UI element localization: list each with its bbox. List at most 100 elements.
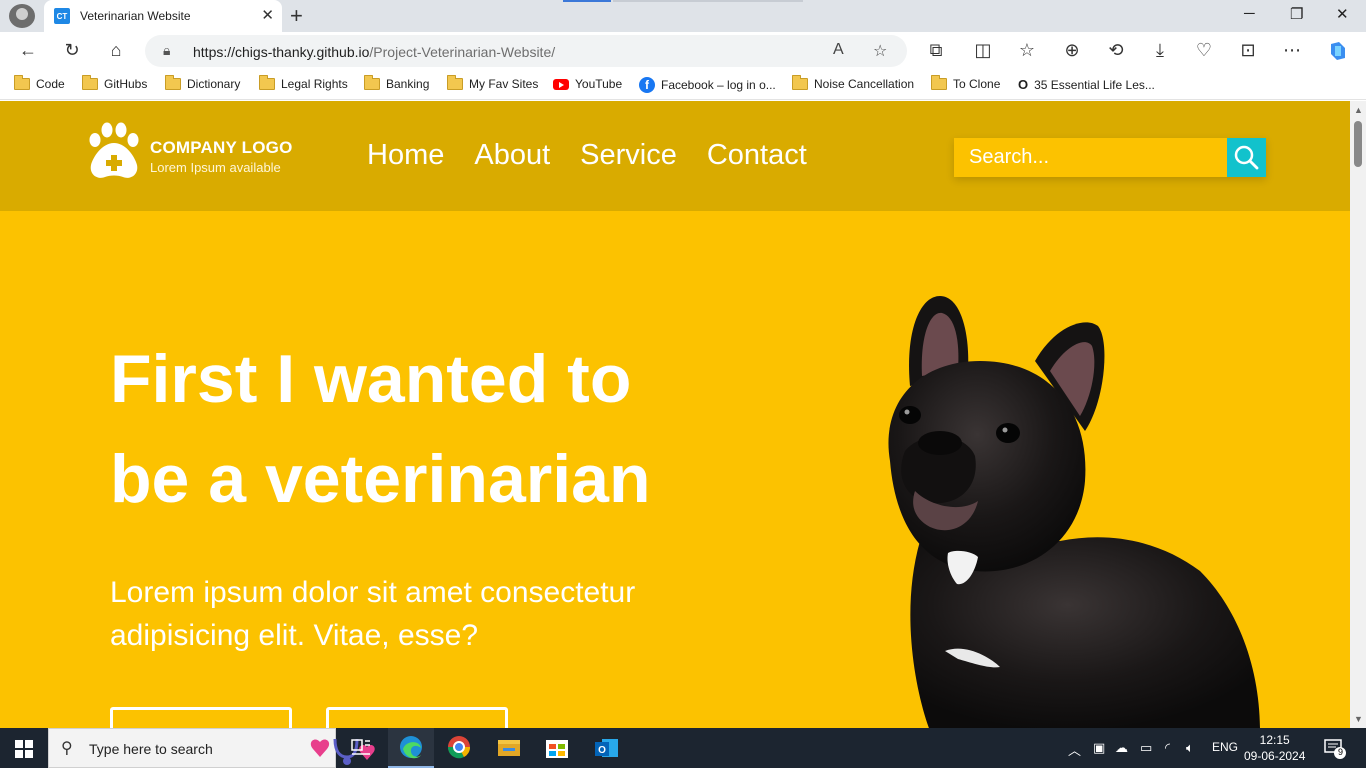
bookmark-facebook[interactable]: f Facebook – log in o... xyxy=(639,77,776,93)
bookmark-label: My Fav Sites xyxy=(469,77,539,91)
favorites-icon[interactable]: ☆ xyxy=(1016,40,1038,61)
hero-secondary-button[interactable] xyxy=(326,707,508,728)
folder-icon xyxy=(165,75,181,90)
scrollbar-thumb[interactable] xyxy=(1354,121,1362,167)
bookmark-label: Dictionary xyxy=(187,77,241,91)
hero-title: First I wanted to be a veterinarian xyxy=(110,329,810,529)
bookmark-legal-rights[interactable]: Legal Rights xyxy=(259,75,348,91)
facebook-icon: f xyxy=(639,77,655,93)
search-icon: ⚲ xyxy=(61,740,73,757)
store-taskbar-icon[interactable] xyxy=(534,728,580,768)
bookmark-to-clone[interactable]: To Clone xyxy=(931,75,1001,91)
chrome-taskbar-icon[interactable] xyxy=(436,728,482,768)
page-scrollbar[interactable]: ▲ ▼ xyxy=(1350,101,1366,728)
meet-now-icon[interactable]: ▣ xyxy=(1093,740,1105,756)
nav-service[interactable]: Service xyxy=(580,139,677,172)
svg-text:O: O xyxy=(598,745,606,756)
tab-strip-indicator xyxy=(563,0,611,2)
collections-icon[interactable]: ⊕ xyxy=(1061,40,1083,61)
taskbar-clock[interactable]: 12:15 09-06-2024 xyxy=(1244,732,1305,764)
edge-taskbar-icon[interactable] xyxy=(388,728,434,768)
file-explorer-taskbar-icon[interactable] xyxy=(486,728,532,768)
bookmark-githubs[interactable]: GitHubs xyxy=(82,75,147,91)
folder-icon xyxy=(82,75,98,90)
scroll-up-icon[interactable]: ▲ xyxy=(1354,105,1363,115)
show-hidden-icons-chevron-icon[interactable]: ︿ xyxy=(1068,740,1081,759)
restore-icon[interactable]: ❐ xyxy=(1290,5,1303,23)
tab-veterinarian-website[interactable]: CT Veterinarian Website ✕ xyxy=(44,0,282,32)
health-icon[interactable]: ♡ xyxy=(1193,40,1215,61)
back-icon[interactable]: ← xyxy=(17,40,39,61)
lock-icon[interactable]: 🔒︎ xyxy=(163,42,170,59)
notifications-icon[interactable]: 9 xyxy=(1324,738,1348,765)
windows-start-icon[interactable] xyxy=(15,740,33,763)
clock-date: 09-06-2024 xyxy=(1244,749,1306,763)
url-text[interactable]: https://chigs-thanky.github.io/Project-V… xyxy=(193,44,555,60)
logo-title: COMPANY LOGO xyxy=(150,138,293,157)
folder-icon xyxy=(447,75,463,90)
scroll-down-icon[interactable]: ▼ xyxy=(1354,714,1363,724)
tab-strip-indicator-secondary xyxy=(613,0,803,2)
tab-title: Veterinarian Website xyxy=(80,9,191,23)
bookmark-label: Noise Cancellation xyxy=(814,77,915,91)
cloud-icon[interactable]: ☁ xyxy=(1115,740,1128,756)
nav-home[interactable]: Home xyxy=(367,139,444,172)
battery-icon[interactable]: ▭ xyxy=(1140,740,1152,756)
company-logo[interactable]: COMPANY LOGO Lorem Ipsum available xyxy=(85,121,315,181)
nav-about[interactable]: About xyxy=(474,139,550,172)
search-input[interactable] xyxy=(954,138,1227,177)
refresh-icon[interactable]: ↻ xyxy=(61,40,83,61)
url-host: https://chigs-thanky.github.io xyxy=(193,44,370,60)
split-screen-icon[interactable]: ◫ xyxy=(972,40,994,61)
home-icon[interactable]: ⌂ xyxy=(105,40,127,61)
hero-title-line1: First I wanted to xyxy=(110,341,632,417)
bookmark-banking[interactable]: Banking xyxy=(364,75,429,91)
bookmark-youtube[interactable]: YouTube xyxy=(553,77,622,91)
bookmark-life-lessons[interactable]: O 35 Essential Life Les... xyxy=(1018,77,1155,92)
history-icon[interactable]: ⟲ xyxy=(1105,40,1127,61)
profile-avatar[interactable] xyxy=(9,4,35,28)
bookmark-code[interactable]: Code xyxy=(14,75,65,91)
search-button[interactable] xyxy=(1227,138,1266,177)
logo-subtitle: Lorem Ipsum available xyxy=(150,160,281,175)
url-path: /Project-Veterinarian-Website/ xyxy=(369,44,556,60)
bookmark-dictionary[interactable]: Dictionary xyxy=(165,75,241,91)
address-bar[interactable]: 🔒︎ https://chigs-thanky.github.io/Projec… xyxy=(145,35,907,67)
main-nav: Home About Service Contact xyxy=(367,139,807,172)
youtube-icon xyxy=(553,78,569,90)
close-tab-icon[interactable]: ✕ xyxy=(261,6,274,24)
hero-subtitle: Lorem ipsum dolor sit amet consectetur a… xyxy=(110,576,636,652)
bookmark-noise-cancellation[interactable]: Noise Cancellation xyxy=(792,75,915,91)
language-indicator[interactable]: ENG xyxy=(1212,740,1238,754)
close-window-icon[interactable]: ✕ xyxy=(1336,5,1349,23)
favorite-star-icon[interactable]: ☆ xyxy=(873,41,887,61)
notification-count: 9 xyxy=(1337,747,1343,757)
clock-time: 12:15 xyxy=(1259,733,1290,747)
extensions-icon[interactable]: ⧉ xyxy=(925,40,947,61)
read-aloud-icon[interactable]: A xyxy=(833,41,844,59)
search-icon xyxy=(1234,145,1259,170)
nav-contact[interactable]: Contact xyxy=(707,139,807,172)
minimize-icon[interactable]: ─ xyxy=(1244,5,1255,22)
outlook-taskbar-icon[interactable]: O xyxy=(584,728,630,768)
hero-primary-button[interactable] xyxy=(110,707,292,728)
wifi-icon[interactable]: ◜ xyxy=(1165,740,1170,756)
page-viewport: COMPANY LOGO Lorem Ipsum available Home … xyxy=(0,101,1350,728)
paw-logo-icon xyxy=(89,122,139,178)
taskbar-search-box[interactable]: ⚲ Type here to search xyxy=(48,728,375,768)
copilot-icon[interactable] xyxy=(1327,40,1349,67)
more-menu-icon[interactable]: ⋯ xyxy=(1281,40,1303,61)
browser-tab-bar: CT Veterinarian Website ✕ + ─ ❐ ✕ xyxy=(0,0,1366,32)
screenshot-icon[interactable]: ⊡ xyxy=(1237,40,1259,61)
o-letter-icon: O xyxy=(1018,77,1029,92)
windows-taskbar: ⚲ Type here to search O ︿ ▣ ☁ ▭ ◜ 🔈︎ ENG… xyxy=(0,728,1366,768)
bookmark-my-fav-sites[interactable]: My Fav Sites xyxy=(447,75,539,91)
site-search xyxy=(954,138,1266,177)
french-bulldog-image xyxy=(888,296,1260,728)
bookmark-label: To Clone xyxy=(953,77,1001,91)
new-tab-icon[interactable]: + xyxy=(290,3,303,29)
volume-icon[interactable]: 🔈︎ xyxy=(1186,740,1194,756)
folder-icon xyxy=(14,75,30,90)
downloads-icon[interactable]: ⤓ xyxy=(1149,40,1171,61)
task-view-icon[interactable] xyxy=(338,728,384,768)
